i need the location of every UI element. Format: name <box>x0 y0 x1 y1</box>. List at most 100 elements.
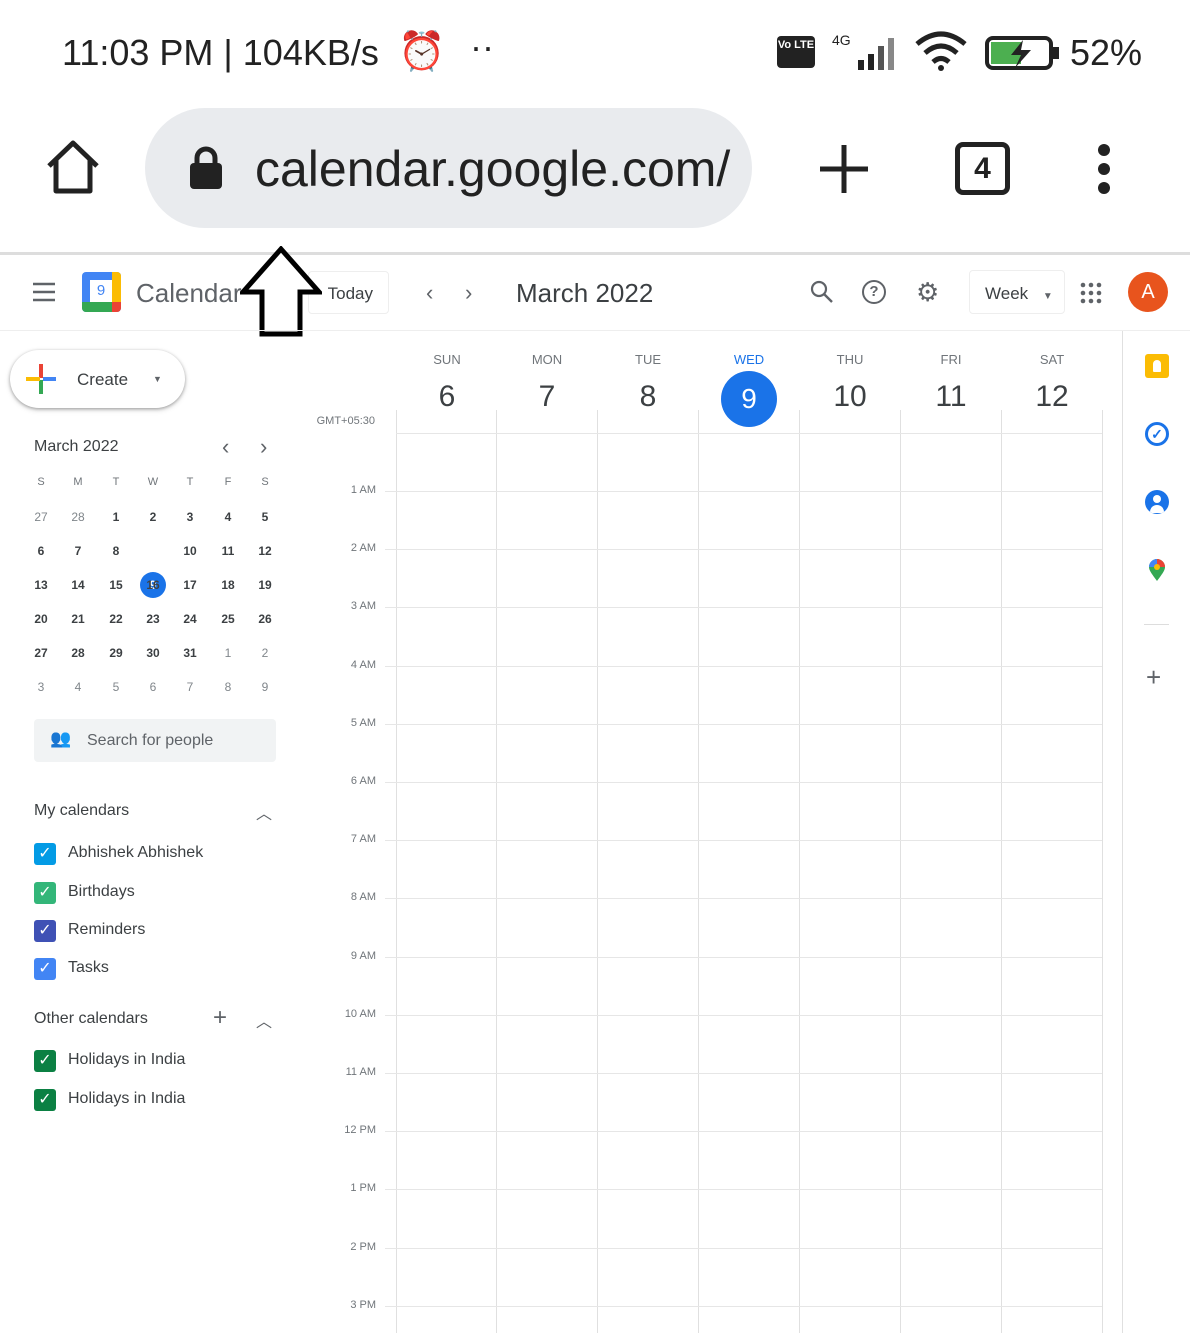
main-menu-icon[interactable] <box>32 281 56 308</box>
add-addon-icon[interactable]: + <box>1146 662 1161 693</box>
other-calendars-heading[interactable]: Other calendars <box>34 1010 148 1028</box>
day-number[interactable]: 6 <box>397 380 497 414</box>
mini-cal-day[interactable]: 15 <box>101 578 131 592</box>
mini-cal-day[interactable]: 31 <box>175 646 205 660</box>
hour-line[interactable] <box>385 1189 1102 1191</box>
mini-cal-day[interactable]: 1 <box>101 510 131 524</box>
home-icon[interactable] <box>44 138 102 201</box>
calendar-name[interactable]: Abhishek Abhishek <box>68 844 203 862</box>
hour-line[interactable] <box>385 840 1102 842</box>
avatar[interactable]: A <box>1128 272 1168 312</box>
mini-cal-day[interactable]: 5 <box>250 510 280 524</box>
keep-icon[interactable] <box>1145 354 1169 378</box>
mini-cal-day[interactable]: 24 <box>175 612 205 626</box>
mini-cal-day[interactable]: 27 <box>26 646 56 660</box>
mini-cal-day[interactable]: 25 <box>213 612 243 626</box>
maps-icon[interactable] <box>1147 558 1167 587</box>
mini-cal-day[interactable]: 29 <box>101 646 131 660</box>
view-select[interactable]: Week ▼ <box>969 270 1065 314</box>
day-number[interactable]: 10 <box>800 380 900 414</box>
mini-cal-day[interactable]: 23 <box>138 612 168 626</box>
mini-cal-day[interactable]: 17 <box>175 578 205 592</box>
calendar-checkbox[interactable]: ✓ <box>34 958 56 980</box>
menu-icon[interactable] <box>1096 143 1112 200</box>
mini-cal-day[interactable]: 16 <box>138 578 168 592</box>
mini-cal-day[interactable]: 6 <box>138 680 168 694</box>
mini-cal-day[interactable]: 5 <box>101 680 131 694</box>
hour-line[interactable] <box>385 1131 1102 1133</box>
hour-line[interactable] <box>385 665 1102 667</box>
tab-count-button[interactable]: 4 <box>955 142 1010 195</box>
mini-cal-day[interactable]: 28 <box>63 510 93 524</box>
hour-line[interactable] <box>385 782 1102 783</box>
mini-cal-day[interactable]: 27 <box>26 510 56 524</box>
mini-cal-day[interactable]: 20 <box>26 612 56 626</box>
mini-cal-day[interactable]: 3 <box>175 510 205 524</box>
help-icon[interactable]: ? <box>862 280 886 304</box>
my-calendars-heading[interactable]: My calendars <box>34 802 129 820</box>
mini-cal-day[interactable]: 2 <box>250 646 280 660</box>
chevron-up-icon[interactable]: ︿ <box>256 800 272 824</box>
calendar-name[interactable]: Birthdays <box>68 883 135 901</box>
calendar-name[interactable]: Reminders <box>68 921 145 939</box>
mini-cal-day[interactable]: 8 <box>213 680 243 694</box>
next-week-icon[interactable]: › <box>465 280 472 306</box>
calendar-checkbox[interactable]: ✓ <box>34 1089 56 1111</box>
add-calendar-icon[interactable]: + <box>213 1004 227 1032</box>
hour-line[interactable] <box>385 723 1102 725</box>
mini-cal-day[interactable]: 2 <box>138 510 168 524</box>
apps-grid-icon[interactable] <box>1080 282 1102 309</box>
day-number-today[interactable]: 9 <box>721 371 777 427</box>
mini-cal-day[interactable]: 6 <box>26 544 56 558</box>
mini-cal-day[interactable]: 30 <box>138 646 168 660</box>
mini-cal-day[interactable]: 4 <box>213 510 243 524</box>
url-text[interactable]: calendar.google.com/ <box>255 140 730 198</box>
hour-line[interactable] <box>385 1014 1102 1016</box>
new-tab-icon[interactable] <box>818 143 870 200</box>
tasks-icon[interactable]: ✓ <box>1145 422 1169 446</box>
mini-cal-day[interactable]: 18 <box>213 578 243 592</box>
mini-cal-day[interactable]: 28 <box>63 646 93 660</box>
mini-cal-day[interactable]: 3 <box>26 680 56 694</box>
hour-line[interactable] <box>385 491 1102 492</box>
calendar-checkbox[interactable]: ✓ <box>34 1050 56 1072</box>
calendar-name[interactable]: Tasks <box>68 959 109 977</box>
mini-cal-day[interactable]: 22 <box>101 612 131 626</box>
mini-next-icon[interactable]: › <box>260 434 267 460</box>
prev-week-icon[interactable]: ‹ <box>426 280 433 306</box>
mini-cal-day[interactable]: 9 <box>250 680 280 694</box>
calendar-checkbox[interactable]: ✓ <box>34 882 56 904</box>
calendar-checkbox[interactable]: ✓ <box>34 920 56 942</box>
calendar-name[interactable]: Holidays in India <box>68 1090 185 1108</box>
mini-cal-day[interactable]: 21 <box>63 612 93 626</box>
calendar-name[interactable]: Holidays in India <box>68 1051 185 1069</box>
mini-cal-day[interactable]: 1 <box>213 646 243 660</box>
mini-prev-icon[interactable]: ‹ <box>222 434 229 460</box>
hour-line[interactable] <box>385 1073 1102 1074</box>
mini-cal-day[interactable]: 26 <box>250 612 280 626</box>
mini-cal-day[interactable]: 8 <box>101 544 131 558</box>
hour-line[interactable] <box>385 898 1102 900</box>
mini-cal-day[interactable]: 10 <box>175 544 205 558</box>
mini-cal-day[interactable]: 12 <box>250 544 280 558</box>
day-number[interactable]: 11 <box>901 380 1001 414</box>
mini-cal-day[interactable]: 7 <box>175 680 205 694</box>
search-people-input[interactable]: 👥 Search for people <box>34 719 276 762</box>
mini-cal-day[interactable]: 7 <box>63 544 93 558</box>
day-number[interactable]: 7 <box>497 380 597 414</box>
day-number[interactable]: 12 <box>1002 380 1102 414</box>
mini-cal-day[interactable]: 14 <box>63 578 93 592</box>
calendar-checkbox[interactable]: ✓ <box>34 843 56 865</box>
create-button[interactable]: Create ▼ <box>10 350 185 408</box>
contacts-icon[interactable] <box>1145 490 1169 514</box>
day-number[interactable]: 8 <box>598 380 698 414</box>
hour-line[interactable] <box>385 607 1102 609</box>
mini-cal-day[interactable]: 4 <box>63 680 93 694</box>
mini-cal-day[interactable]: 13 <box>26 578 56 592</box>
hour-line[interactable] <box>385 1305 1102 1307</box>
settings-gear-icon[interactable]: ⚙ <box>916 277 939 308</box>
hour-line[interactable] <box>385 549 1102 551</box>
chevron-up-icon[interactable]: ︿ <box>256 1008 272 1032</box>
search-icon[interactable] <box>810 280 834 309</box>
mini-cal-day[interactable]: 11 <box>213 544 243 558</box>
